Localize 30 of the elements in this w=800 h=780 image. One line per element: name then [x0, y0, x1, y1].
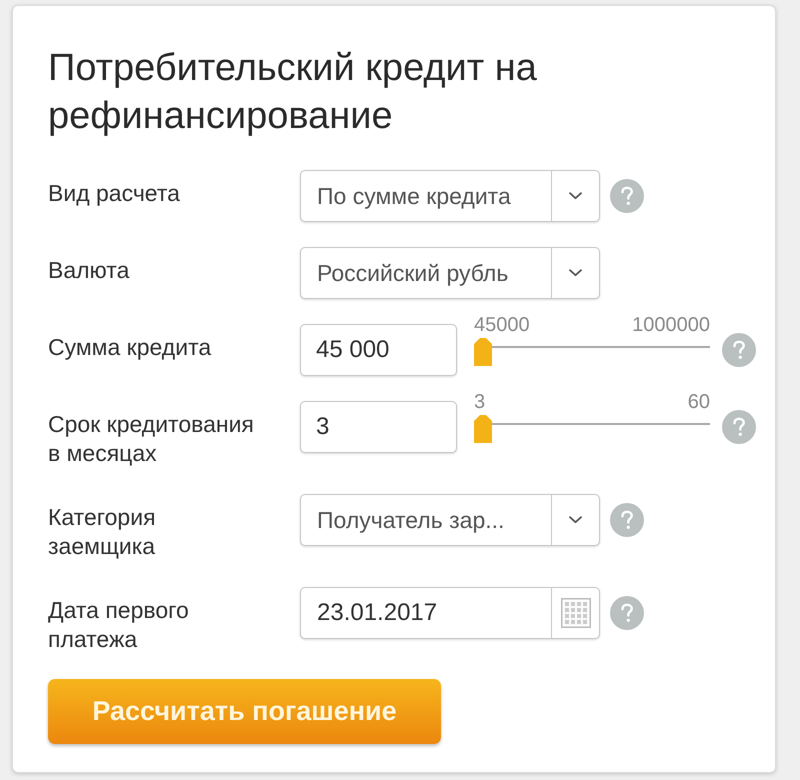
calendar-icon[interactable]	[560, 598, 590, 628]
dropdown[interactable]: Получатель зар...	[300, 494, 600, 546]
slider-thumb[interactable]	[474, 338, 492, 366]
date-field[interactable]: 23.01.2017	[300, 587, 600, 639]
text-field[interactable]: 3	[300, 401, 457, 453]
chevron-down-icon	[569, 192, 582, 200]
help-icon[interactable]	[610, 179, 644, 213]
field-label: Срок кредитования в месяцах	[48, 411, 254, 466]
field-label: Категория заемщика	[48, 504, 156, 559]
slider-track[interactable]	[474, 415, 710, 443]
help-icon[interactable]	[610, 596, 644, 630]
help-icon[interactable]	[722, 333, 756, 367]
slider-min-label: 3	[474, 391, 486, 413]
slider-max-label: 1000000	[632, 314, 710, 336]
dropdown[interactable]: По сумме кредита	[300, 170, 600, 222]
page-title: Потребительский кредит на рефинансирование	[48, 46, 538, 139]
text-field[interactable]: 45 000	[300, 324, 457, 376]
slider-min-label: 45000	[474, 314, 530, 336]
slider-max-label: 60	[688, 391, 710, 413]
dropdown[interactable]: Российский рубль	[300, 247, 600, 299]
chevron-down-icon	[569, 516, 582, 524]
slider-thumb[interactable]	[474, 415, 492, 443]
chevron-down-icon	[569, 269, 582, 277]
field-label: Валюта	[48, 257, 130, 283]
help-icon[interactable]	[610, 503, 644, 537]
field-label: Вид расчета	[48, 180, 180, 206]
help-icon[interactable]	[722, 410, 756, 444]
field-label: Дата первого платежа	[48, 597, 189, 652]
slider-track[interactable]	[474, 338, 710, 366]
field-label: Сумма кредита	[48, 334, 212, 360]
